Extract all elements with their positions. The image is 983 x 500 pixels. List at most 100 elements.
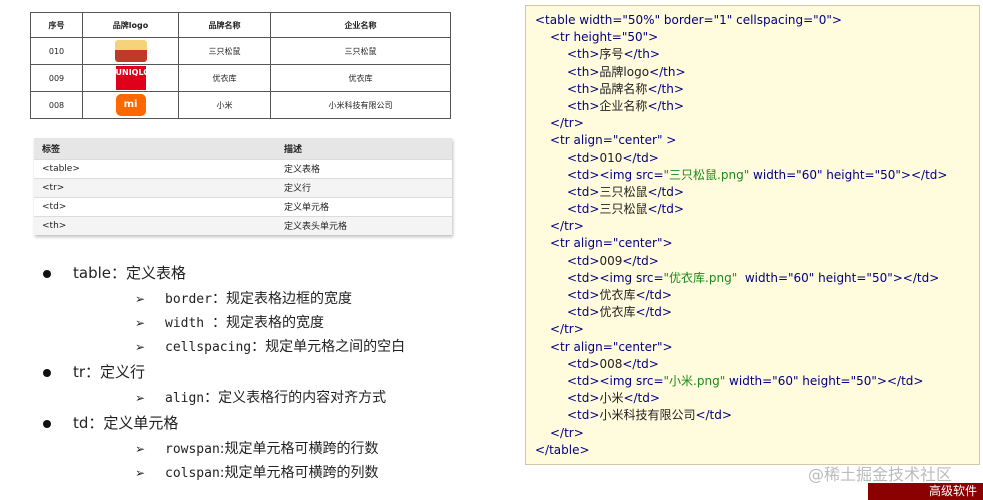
code-attr: cellspacing="0" [732, 13, 832, 27]
code-tag: > [662, 236, 673, 251]
attr-desc: ：规定单元格之间的空白 [251, 339, 406, 355]
code-attr: height="50" [573, 30, 649, 45]
demo-cell-id: 009 [30, 64, 83, 92]
code-attr: src= [635, 270, 664, 285]
tag-reference-table: 标签 描述 <table> 定义表格 <tr> 定义行 <td> 定义单元格 <… [34, 138, 452, 235]
notes-list: table：定义表格 ➢ border：规定表格边框的宽度 ➢ width ：规定表… [40, 260, 500, 485]
attr-name: cellspacing [165, 340, 252, 355]
code-text: 小米科技有限公司 [599, 408, 696, 423]
demo-table: 序号 品牌logo 品牌名称 企业名称 010 三只松鼠 三只松鼠 009 UN… [30, 12, 451, 119]
tag-cell: <td> [34, 196, 276, 216]
sub-item: ➢ align：定义表格行的内容对齐方式 [40, 386, 500, 410]
table-row: <tr> 定义行 [34, 177, 452, 197]
code-line: <td>优衣库</td> [535, 287, 979, 304]
code-line: <td>优衣库</td> [535, 304, 979, 321]
code-tag: <td> [567, 288, 600, 302]
code-tag: <tr [550, 30, 574, 45]
table-row: <th> 定义表头单元格 [34, 215, 452, 235]
code-tag: <td> [567, 305, 600, 320]
arrow-icon: ➢ [135, 340, 146, 354]
code-attr: align="center" [573, 236, 663, 251]
tag-header-cell: 标签 [34, 138, 276, 159]
arrow-icon: ➢ [135, 466, 146, 480]
code-line: </tr> [535, 218, 979, 235]
tag-header-row: 标签 描述 [34, 138, 452, 159]
attr-desc: ：规定表格的宽度 [211, 315, 324, 331]
code-line: </tr> [535, 425, 979, 442]
code-attr: src= [635, 373, 664, 388]
arrow-icon: ➢ [135, 391, 146, 405]
attr-desc: ：规定表格边框的宽度 [211, 291, 352, 307]
code-tag: > [648, 30, 659, 45]
code-value: "三只松鼠.png" [663, 167, 750, 182]
code-tag: <img [599, 373, 636, 388]
demo-cell-company: 三只松鼠 [270, 37, 451, 65]
code-tag: <th> [567, 81, 600, 96]
code-tag: </td> [635, 288, 672, 302]
code-line: <tr align="center"> [535, 339, 979, 356]
code-value: "优衣库.png" [663, 270, 738, 285]
code-tag: <td> [567, 391, 600, 406]
arrow-icon: ➢ [135, 442, 146, 456]
code-tag: <td> [567, 356, 600, 371]
demo-cell-logo: UNIQLO [82, 64, 179, 92]
code-line: <tr align="center" > [535, 132, 979, 149]
code-attr: align="center" [573, 133, 663, 148]
code-tag: </tr> [550, 116, 584, 131]
corner-banner: 高级软件 [868, 483, 983, 500]
demo-cell-brand: 三只松鼠 [178, 37, 271, 65]
sub-item: ➢ colspan:规定单元格可横跨的列数 [40, 461, 500, 485]
code-text: 序号 [599, 47, 624, 62]
table-row: <table> 定义表格 [34, 158, 452, 178]
demo-cell-id: 008 [30, 91, 83, 119]
demo-header-cell: 品牌logo [82, 12, 179, 38]
code-tag: </th> [647, 81, 684, 96]
attr-desc: ：定义表格行的内容对齐方式 [204, 390, 387, 406]
sub-item: ➢ cellspacing：规定单元格之间的空白 [40, 335, 500, 359]
code-line: <td><img src="优衣库.png" width="60" height… [535, 270, 979, 287]
code-tag: <th> [567, 98, 600, 113]
code-tag: <img [599, 270, 636, 285]
code-tag: </td> [647, 202, 684, 217]
demo-header-cell: 企业名称 [270, 12, 451, 38]
code-line: <tr height="50"> [535, 29, 979, 46]
watermark: @稀土掘金技术社区 [808, 465, 953, 484]
code-line: <th>序号</th> [535, 46, 979, 63]
code-tag: </table> [535, 442, 590, 457]
sub-item: ➢ rowspan:规定单元格可横跨的行数 [40, 437, 500, 461]
code-tag: > [662, 133, 677, 148]
code-attr: width="50%" [579, 13, 661, 27]
code-line: </tr> [535, 321, 979, 338]
code-tag: <td> [567, 373, 600, 388]
code-line: <tr align="center"> [535, 235, 979, 252]
code-tag: </td> [622, 253, 659, 268]
code-line: <td>三只松鼠</td> [535, 201, 979, 218]
table-row: 009 UNIQLO 优衣库 优衣库 [30, 64, 451, 92]
demo-cell-logo [82, 37, 179, 65]
code-tag: </th> [649, 64, 686, 79]
code-tag: <td> [567, 167, 600, 182]
demo-header-cell: 序号 [30, 12, 83, 38]
code-line: <td>小米</td> [535, 390, 979, 407]
table-row: 008 mi 小米 小米科技有限公司 [30, 91, 451, 119]
demo-cell-logo: mi [82, 91, 179, 119]
arrow-icon: ➢ [135, 292, 146, 306]
code-tag: </tr> [550, 425, 584, 440]
code-attr: width="60" height="50" [749, 167, 901, 182]
demo-header-cell: 品牌名称 [178, 12, 271, 38]
tag-cell: <table> [34, 158, 276, 178]
code-line: <td>小米科技有限公司</td> [535, 407, 979, 424]
table-row: 010 三只松鼠 三只松鼠 [30, 37, 451, 65]
code-tag: </th> [647, 98, 684, 113]
desc-cell: 定义单元格 [276, 196, 452, 216]
code-line: <th>品牌名称</th> [535, 81, 979, 98]
attr-desc: :规定单元格可横跨的行数 [219, 441, 379, 457]
desc-cell: 定义表头单元格 [276, 215, 452, 235]
sub-item: ➢ border：规定表格边框的宽度 [40, 287, 500, 311]
code-text: 小米 [599, 391, 624, 406]
code-line: <td>008</td> [535, 356, 979, 373]
demo-cell-company: 优衣库 [270, 64, 451, 92]
code-text: 三只松鼠 [599, 202, 648, 217]
desc-cell: 定义行 [276, 177, 452, 197]
code-text: 008 [599, 356, 623, 371]
